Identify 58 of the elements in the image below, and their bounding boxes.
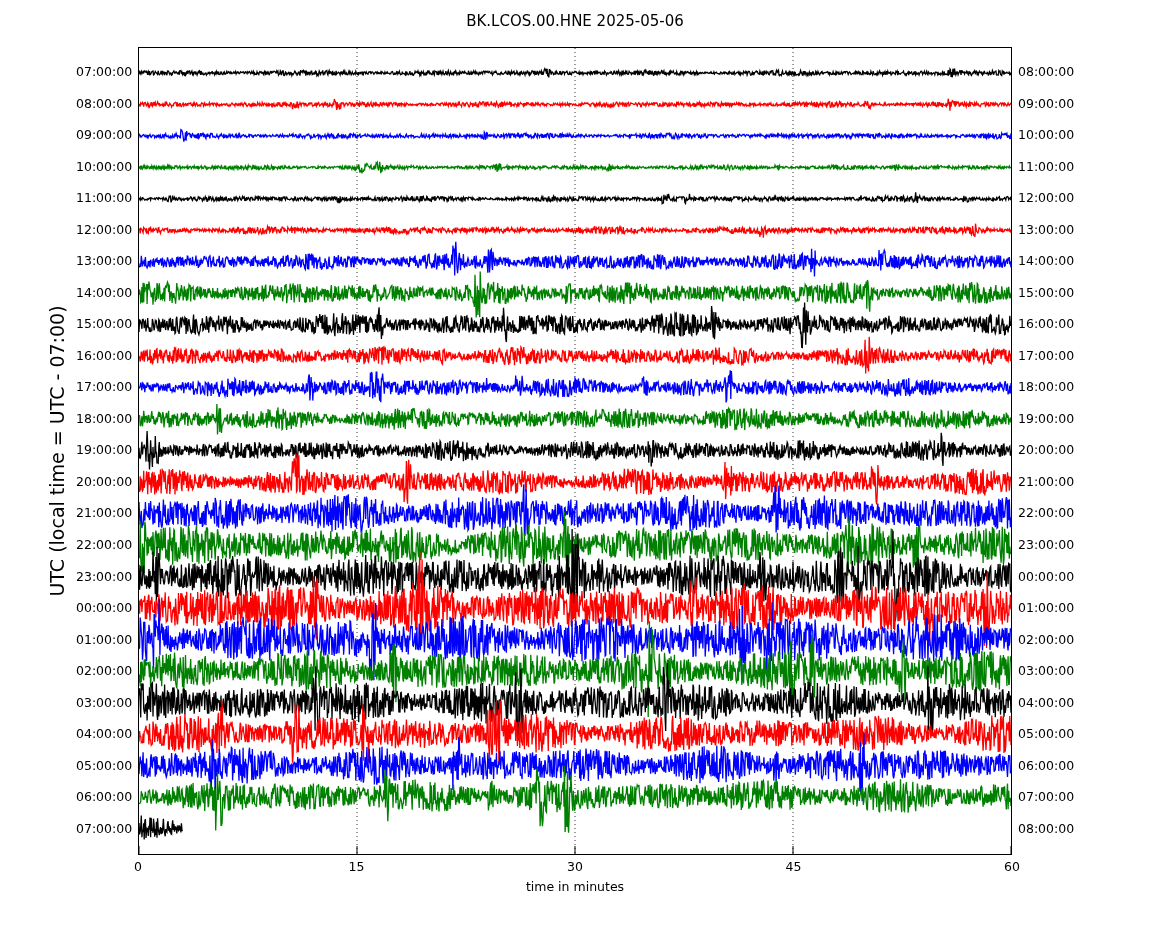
y-tick-label: 09:00:00 [1017,95,1076,112]
y-tick-label: 12:00:00 [75,221,134,238]
y-tick-label: 02:00:00 [1017,631,1076,648]
y-tick-label: 16:00:00 [75,347,134,364]
y-tick-label: 18:00:00 [1017,379,1076,396]
y-tick-label: 11:00:00 [1017,158,1076,175]
y-tick-label: 06:00:00 [1017,757,1076,774]
y-tick-label: 07:00:00 [75,820,134,837]
y-tick-label: 05:00:00 [75,757,134,774]
y-tick-label: 16:00:00 [1017,316,1076,333]
y-tick-label: 22:00:00 [75,536,134,553]
y-tick-label: 14:00:00 [75,284,134,301]
y-tick-label: 23:00:00 [1017,536,1076,553]
x-tick-label: 30 [566,859,584,875]
x-tick-label: 0 [133,859,143,875]
y-tick-label: 10:00:00 [1017,127,1076,144]
y-tick-label: 11:00:00 [75,190,134,207]
x-axis-label: time in minutes [525,879,625,894]
chart-title: BK.LCOS.00.HNE 2025-05-06 [466,12,684,30]
y-axis-label: UTC (local time = UTC - 07:00) [46,305,68,597]
y-tick-label: 00:00:00 [75,600,134,617]
y-tick-label: 08:00:00 [1017,64,1076,80]
y-tick-label: 17:00:00 [75,379,134,396]
y-tick-label: 07:00:00 [1017,789,1076,806]
y-tick-label: 19:00:00 [1017,410,1076,427]
y-tick-label: 20:00:00 [75,473,134,490]
y-tick-label: 13:00:00 [75,253,134,270]
y-tick-label: 08:00:00 [1017,820,1076,837]
y-tick-label: 22:00:00 [1017,505,1076,522]
y-tick-label: 17:00:00 [1017,347,1076,364]
y-tick-label: 19:00:00 [75,442,134,459]
y-tick-label: 01:00:00 [75,631,134,648]
y-tick-label: 07:00:00 [75,64,134,80]
y-tick-label: 08:00:00 [75,95,134,112]
y-tick-label: 02:00:00 [75,663,134,680]
y-tick-label: 04:00:00 [1017,694,1076,711]
y-tick-label: 21:00:00 [1017,473,1076,490]
y-tick-label: 01:00:00 [1017,600,1076,617]
y-tick-label: 05:00:00 [1017,726,1076,743]
y-tick-label: 10:00:00 [75,158,134,175]
y-tick-label: 20:00:00 [1017,442,1076,459]
x-tick-label: 45 [784,859,803,875]
y-tick-label: 12:00:00 [1017,190,1076,207]
y-tick-label: 18:00:00 [75,410,134,427]
y-tick-label: 13:00:00 [1017,221,1076,238]
y-tick-label: 15:00:00 [75,316,134,333]
y-tick-label: 03:00:00 [75,694,134,711]
x-tick-label: 15 [347,859,366,875]
y-tick-label: 03:00:00 [1017,663,1076,680]
y-tick-label: 23:00:00 [75,568,134,585]
y-tick-label: 21:00:00 [75,505,134,522]
x-tick-label: 60 [1003,859,1021,875]
y-tick-label: 15:00:00 [1017,284,1076,301]
y-tick-label: 06:00:00 [75,789,134,806]
y-tick-label: 00:00:00 [1017,568,1076,585]
y-tick-label: 14:00:00 [1017,253,1076,270]
y-tick-label: 09:00:00 [75,127,134,144]
y-tick-label: 04:00:00 [75,726,134,743]
